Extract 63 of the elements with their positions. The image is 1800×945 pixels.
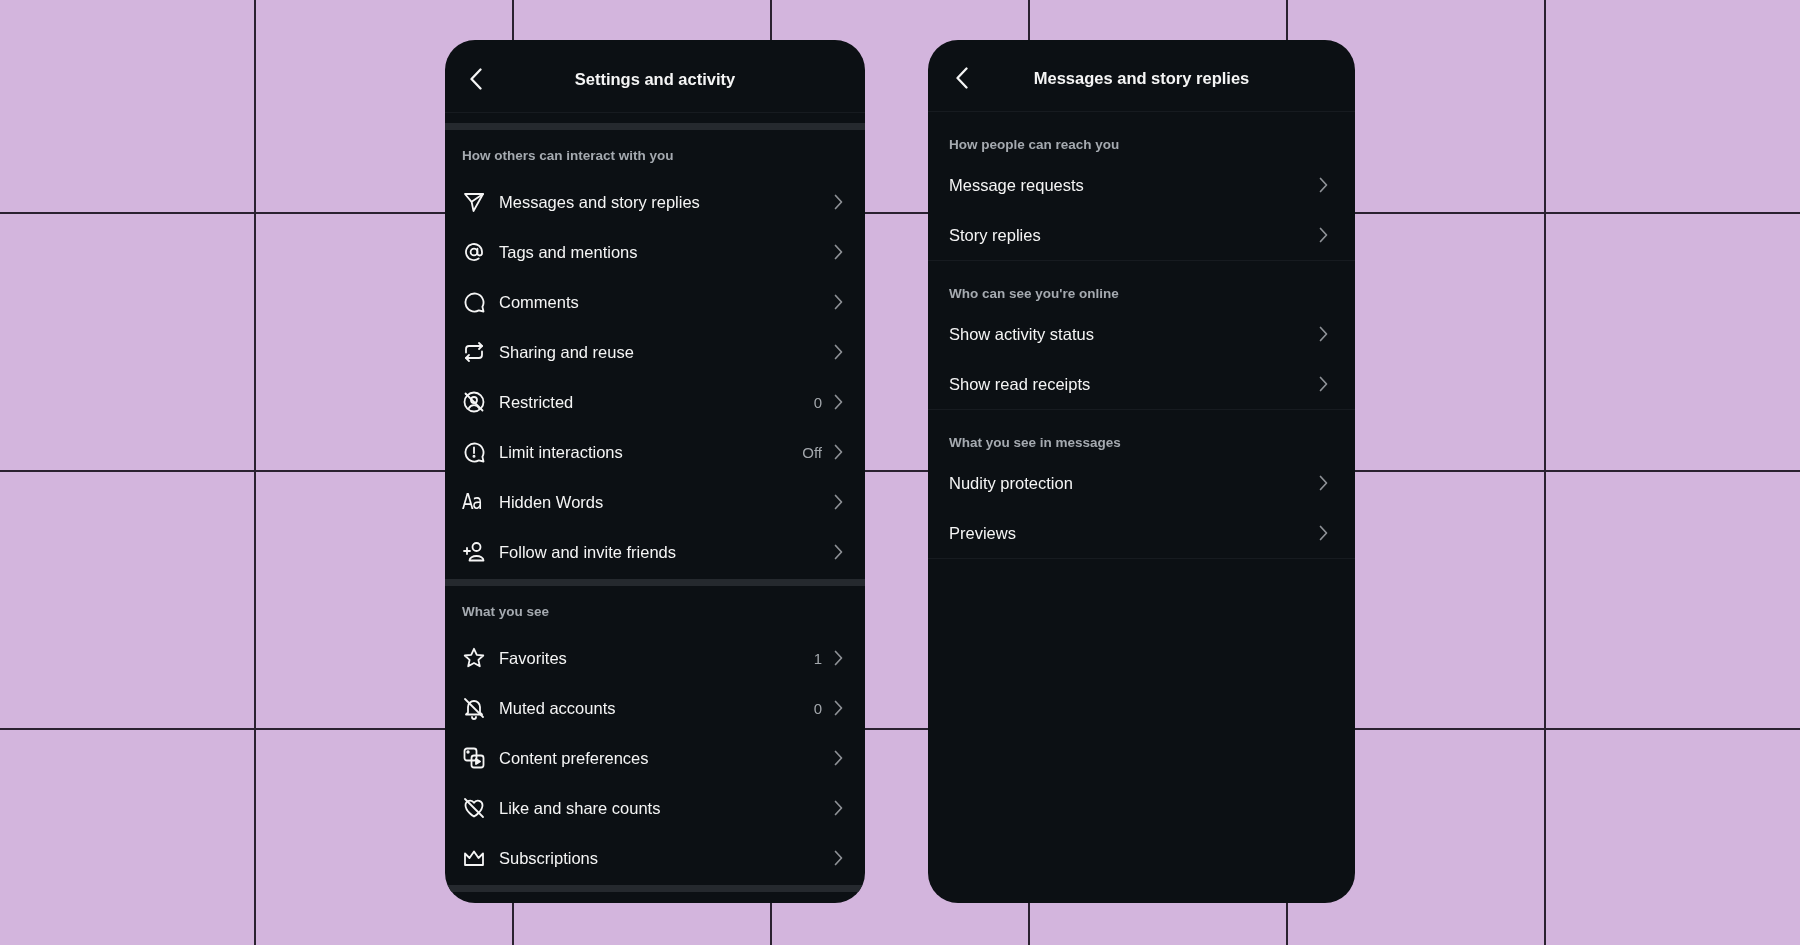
chevron-right-icon <box>834 344 843 360</box>
chevron-right-icon <box>834 750 843 766</box>
section-heading: How people can reach you <box>949 136 1120 154</box>
paper-plane-icon <box>462 190 486 214</box>
settings-item[interactable]: Muted accounts 0 <box>445 683 865 733</box>
chevron-right-icon <box>834 244 843 260</box>
back-icon[interactable] <box>470 68 482 90</box>
chevron-right-icon <box>834 394 843 410</box>
section-heading: What you see in messages <box>949 434 1121 452</box>
item-count: 0 <box>813 393 822 411</box>
settings-item[interactable]: Aa Hidden Words <box>445 477 865 527</box>
speech-bubble-icon <box>462 290 486 314</box>
chevron-right-icon <box>834 294 843 310</box>
chevron-right-icon <box>1319 475 1328 491</box>
chevron-right-icon <box>1319 227 1328 243</box>
settings-item[interactable]: Content preferences <box>445 733 865 783</box>
settings-item[interactable]: Previews <box>928 508 1355 558</box>
settings-item[interactable]: Show activity status <box>928 309 1355 359</box>
settings-item[interactable]: Tags and mentions <box>445 227 865 277</box>
settings-item[interactable]: Restricted 0 <box>445 377 865 427</box>
section-heading: What you see <box>462 603 550 621</box>
chevron-right-icon <box>834 800 843 816</box>
settings-item[interactable]: Comments <box>445 277 865 327</box>
settings-item[interactable]: Like and share counts <box>445 783 865 833</box>
muted-bell-icon <box>462 696 486 720</box>
at-sign-icon <box>462 240 486 264</box>
chevron-right-icon <box>834 194 843 210</box>
star-icon <box>462 646 486 670</box>
section-heading: How others can interact with you <box>462 147 674 165</box>
exclamation-bubble-icon <box>462 440 486 464</box>
settings-item[interactable]: Limit interactions Off <box>445 427 865 477</box>
section-heading: Who can see you're online <box>949 285 1119 303</box>
screen-title: Messages and story replies <box>1033 68 1250 88</box>
chevron-right-icon <box>834 650 843 666</box>
item-count: 0 <box>813 699 822 717</box>
settings-item[interactable]: Subscriptions <box>445 833 865 883</box>
screen-title: Settings and activity <box>574 69 736 89</box>
back-icon[interactable] <box>956 67 968 89</box>
chevron-right-icon <box>834 444 843 460</box>
item-count: 1 <box>813 649 822 667</box>
text-size-icon: Aa <box>462 490 482 514</box>
chevron-right-icon <box>834 494 843 510</box>
settings-item[interactable]: Follow and invite friends <box>445 527 865 577</box>
settings-item[interactable]: Show read receipts <box>928 359 1355 409</box>
chevron-right-icon <box>834 544 843 560</box>
media-squares-icon <box>462 746 486 770</box>
chevron-right-icon <box>1319 326 1328 342</box>
settings-item[interactable]: Sharing and reuse <box>445 327 865 377</box>
settings-item[interactable]: Nudity protection <box>928 458 1355 508</box>
repeat-arrows-icon <box>462 340 486 364</box>
crossed-heart-icon <box>462 796 486 820</box>
chevron-right-icon <box>1319 177 1328 193</box>
restricted-person-icon <box>462 390 486 414</box>
chevron-right-icon <box>834 700 843 716</box>
settings-item[interactable]: Story replies <box>928 210 1355 260</box>
item-count: Off <box>802 443 822 461</box>
settings-item[interactable]: Message requests <box>928 160 1355 210</box>
person-plus-icon <box>462 540 486 564</box>
settings-item[interactable]: Messages and story replies <box>445 177 865 227</box>
chevron-right-icon <box>834 850 843 866</box>
settings-item[interactable]: Favorites 1 <box>445 633 865 683</box>
chevron-right-icon <box>1319 376 1328 392</box>
chevron-right-icon <box>1319 525 1328 541</box>
